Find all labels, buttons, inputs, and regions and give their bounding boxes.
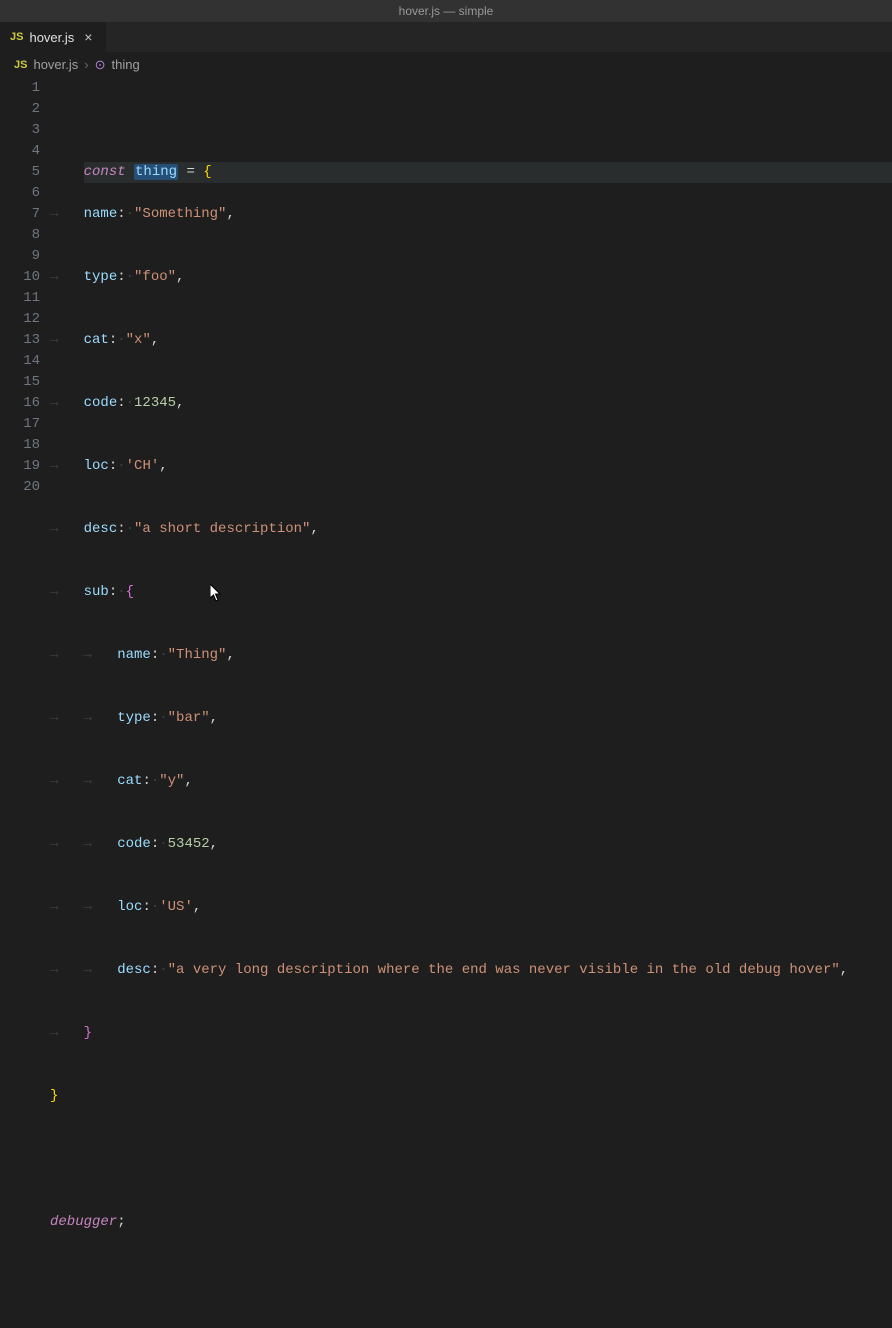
symbol-variable-icon: ⊙ bbox=[95, 57, 106, 73]
line-number: 20 bbox=[0, 477, 40, 498]
breadcrumb[interactable]: JS hover.js › ⊙ thing bbox=[0, 52, 892, 78]
line-number-gutter: 1 2 3 4 5 6 7 8 9 10 11 12 13 14 15 16 1… bbox=[0, 78, 50, 664]
line-number: 3 bbox=[0, 120, 40, 141]
js-file-icon: JS bbox=[14, 59, 27, 71]
line-number: 9 bbox=[0, 246, 40, 267]
tab-hover-js[interactable]: JS hover.js × bbox=[0, 22, 107, 52]
line-number: 14 bbox=[0, 351, 40, 372]
code-line: → sub:·{ bbox=[50, 582, 892, 603]
line-number: 8 bbox=[0, 225, 40, 246]
line-number: 18 bbox=[0, 435, 40, 456]
code-line: → → code:·53452, bbox=[50, 834, 892, 855]
code-line: debugger; bbox=[50, 1212, 892, 1233]
code-line: → name:·"Something", bbox=[50, 204, 892, 225]
code-line: const thing = { bbox=[84, 162, 892, 183]
breadcrumb-symbol[interactable]: thing bbox=[112, 57, 140, 72]
window-title-bar: hover.js — simple bbox=[0, 0, 892, 22]
code-line: → cat:·"x", bbox=[50, 330, 892, 351]
js-file-icon: JS bbox=[10, 31, 23, 43]
code-line bbox=[50, 1275, 892, 1296]
line-number: 19 bbox=[0, 456, 40, 477]
line-number: 7 bbox=[0, 204, 40, 225]
close-icon[interactable]: × bbox=[80, 29, 96, 45]
line-number: 12 bbox=[0, 309, 40, 330]
tabs-bar: JS hover.js × bbox=[0, 22, 892, 52]
line-number: 13 bbox=[0, 330, 40, 351]
code-line: → → cat:·"y", bbox=[50, 771, 892, 792]
line-number: 1 bbox=[0, 78, 40, 99]
tab-filename: hover.js bbox=[29, 30, 74, 45]
code-editor[interactable]: 1 2 3 4 5 6 7 8 9 10 11 12 13 14 15 16 1… bbox=[0, 78, 892, 664]
code-line bbox=[50, 120, 892, 141]
code-line: → loc:·'CH', bbox=[50, 456, 892, 477]
chevron-right-icon: › bbox=[84, 57, 88, 72]
code-line: → } bbox=[50, 1023, 892, 1044]
code-line: → → desc:·"a very long description where… bbox=[50, 960, 892, 981]
code-content[interactable]: const thing = { → name:·"Something", → t… bbox=[50, 78, 892, 664]
line-number: 16 bbox=[0, 393, 40, 414]
code-line: } bbox=[50, 1086, 892, 1107]
code-line: → type:·"foo", bbox=[50, 267, 892, 288]
line-number: 17 bbox=[0, 414, 40, 435]
code-line: → desc:·"a short description", bbox=[50, 519, 892, 540]
line-number: 5 bbox=[0, 162, 40, 183]
line-number: 6 bbox=[0, 183, 40, 204]
code-line: → → type:·"bar", bbox=[50, 708, 892, 729]
line-number: 4 bbox=[0, 141, 40, 162]
line-number: 11 bbox=[0, 288, 40, 309]
breadcrumb-file[interactable]: hover.js bbox=[33, 57, 78, 72]
code-line: → code:·12345, bbox=[50, 393, 892, 414]
window-title: hover.js — simple bbox=[399, 4, 494, 18]
code-line: → → loc:·'US', bbox=[50, 897, 892, 918]
code-line: → → name:·"Thing", bbox=[50, 645, 892, 666]
line-number: 15 bbox=[0, 372, 40, 393]
line-number: 10 bbox=[0, 267, 40, 288]
code-line bbox=[50, 1149, 892, 1170]
line-number: 2 bbox=[0, 99, 40, 120]
